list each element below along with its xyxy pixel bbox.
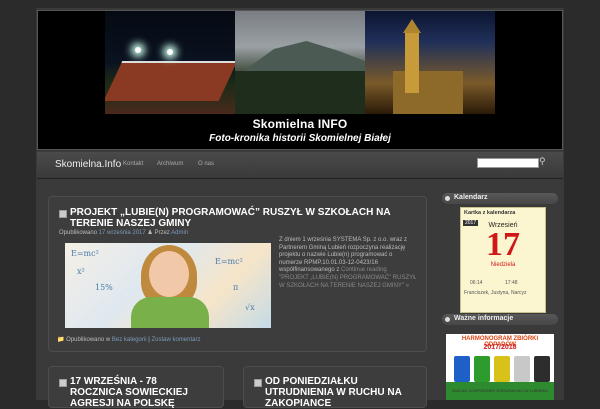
site-title[interactable]: Skomielna INFO <box>37 117 563 131</box>
post-footer: 📁 Opublikowano w Bez kategorii | Zostaw … <box>57 336 200 343</box>
post-format-icon <box>254 379 262 387</box>
post-date[interactable]: 17 września 2017 <box>99 230 146 236</box>
girl-face <box>149 251 189 297</box>
church-body <box>393 71 463 114</box>
sunset-time: 17:48 <box>505 280 518 286</box>
post-title[interactable]: OD PONIEDZIAŁKU UTRUDNIENIA W RUCHU NA Z… <box>265 376 415 409</box>
banner-footer: ZAKŁAD GOSPODARKI KOMUNALNEJ W LUBIENIU <box>451 388 549 393</box>
post-author[interactable]: Admin <box>171 230 188 236</box>
footer-prefix: Opublikowano w <box>66 337 111 343</box>
stadium-photo <box>105 11 235 114</box>
search-input[interactable] <box>477 158 539 168</box>
formula: 15% <box>95 283 113 292</box>
waste-schedule-banner[interactable]: HARMONOGRAM ZBIÓRKI ODPADÓW 2017/2018 ZA… <box>446 334 554 400</box>
recycling-bin-icon <box>514 356 530 382</box>
recycling-bin-icon <box>494 356 510 382</box>
church-photo <box>365 11 495 114</box>
header-photos <box>105 11 495 114</box>
calendar-weekday: Niedziela <box>490 262 516 268</box>
bullet-icon <box>445 196 450 201</box>
sunrise-time: 06:14 <box>470 280 483 286</box>
mountain-photo <box>235 11 365 114</box>
nav-brand[interactable]: Skomielna.Info <box>55 159 121 170</box>
post-format-icon <box>59 210 67 218</box>
bullet-icon <box>445 317 450 322</box>
post-excerpt: Z dniem 1 września SYSTEMA Sp. z o.o. wr… <box>279 237 417 290</box>
site-subtitle: Foto-kronika historii Skomielnej Białej <box>209 133 391 144</box>
formula: π <box>233 283 239 292</box>
name-days: Franciszek, Justyna, Narcyz <box>464 290 527 296</box>
post-format-icon <box>59 379 67 387</box>
category-link[interactable]: Bez kategorii <box>112 337 147 343</box>
floodlight <box>167 49 173 55</box>
meta-prefix: Opublikowano <box>59 230 98 236</box>
church-tower <box>403 19 421 93</box>
recycling-bin-icon <box>454 356 470 382</box>
forest-shape <box>235 71 365 114</box>
calendar-day: 17 <box>486 226 520 263</box>
separator: | <box>148 337 150 343</box>
formula: √x <box>245 303 255 312</box>
post-card: PROJEKT „LUBIE(N) PROGRAMOWAĆ” RUSZYŁ W … <box>48 196 427 352</box>
widget-title: Kalendarz <box>454 194 488 201</box>
recycling-bin-icon <box>474 356 490 382</box>
post-meta: Opublikowano 17 września 2017 ♟ Przez Ad… <box>59 229 188 236</box>
meta-by: Przez <box>154 230 170 236</box>
calendar-widget-heading: Kalendarz <box>442 193 558 204</box>
banner-years: 2017/2018 <box>483 344 517 351</box>
recycling-bin-icon <box>534 356 550 382</box>
formula: x² <box>77 267 85 276</box>
floodlight <box>135 47 141 53</box>
sports-court <box>105 61 235 101</box>
nav-link-archiwum[interactable]: Archiwum <box>157 161 183 167</box>
nav-link-o-nas[interactable]: O nas <box>198 161 214 167</box>
girl-body <box>131 297 209 328</box>
folder-icon: 📁 <box>57 337 65 343</box>
nav-link-kontakt[interactable]: Kontakt <box>123 161 143 167</box>
search-icon[interactable]: ⚲ <box>539 156 546 167</box>
widget-title: Ważne informacje <box>454 315 514 322</box>
formula: E=mc² <box>71 249 99 258</box>
post-card: OD PONIEDZIAŁKU UTRUDNIENIA W RUCHU NA Z… <box>243 366 427 409</box>
post-title[interactable]: PROJEKT „LUBIE(N) PROGRAMOWAĆ” RUSZYŁ W … <box>70 207 415 229</box>
post-title[interactable]: 17 WRZEŚNIA - 78 ROCZNICA SOWIECKIEJ AGR… <box>70 376 210 409</box>
post-thumbnail[interactable]: E=mc² E=mc² 15% π √x x² <box>65 243 271 328</box>
calendar-title: Kartka z kalendarza <box>464 210 516 216</box>
post-card: 17 WRZEŚNIA - 78 ROCZNICA SOWIECKIEJ AGR… <box>48 366 224 409</box>
formula: E=mc² <box>215 257 243 266</box>
comment-link[interactable]: Zostaw komentarz <box>151 337 200 343</box>
info-widget-heading: Ważne informacje <box>442 314 558 325</box>
author-icon: ♟ <box>147 230 153 236</box>
calendar-card: Kartka z kalendarza 2017 Wrzesień 17 Nie… <box>460 207 546 313</box>
